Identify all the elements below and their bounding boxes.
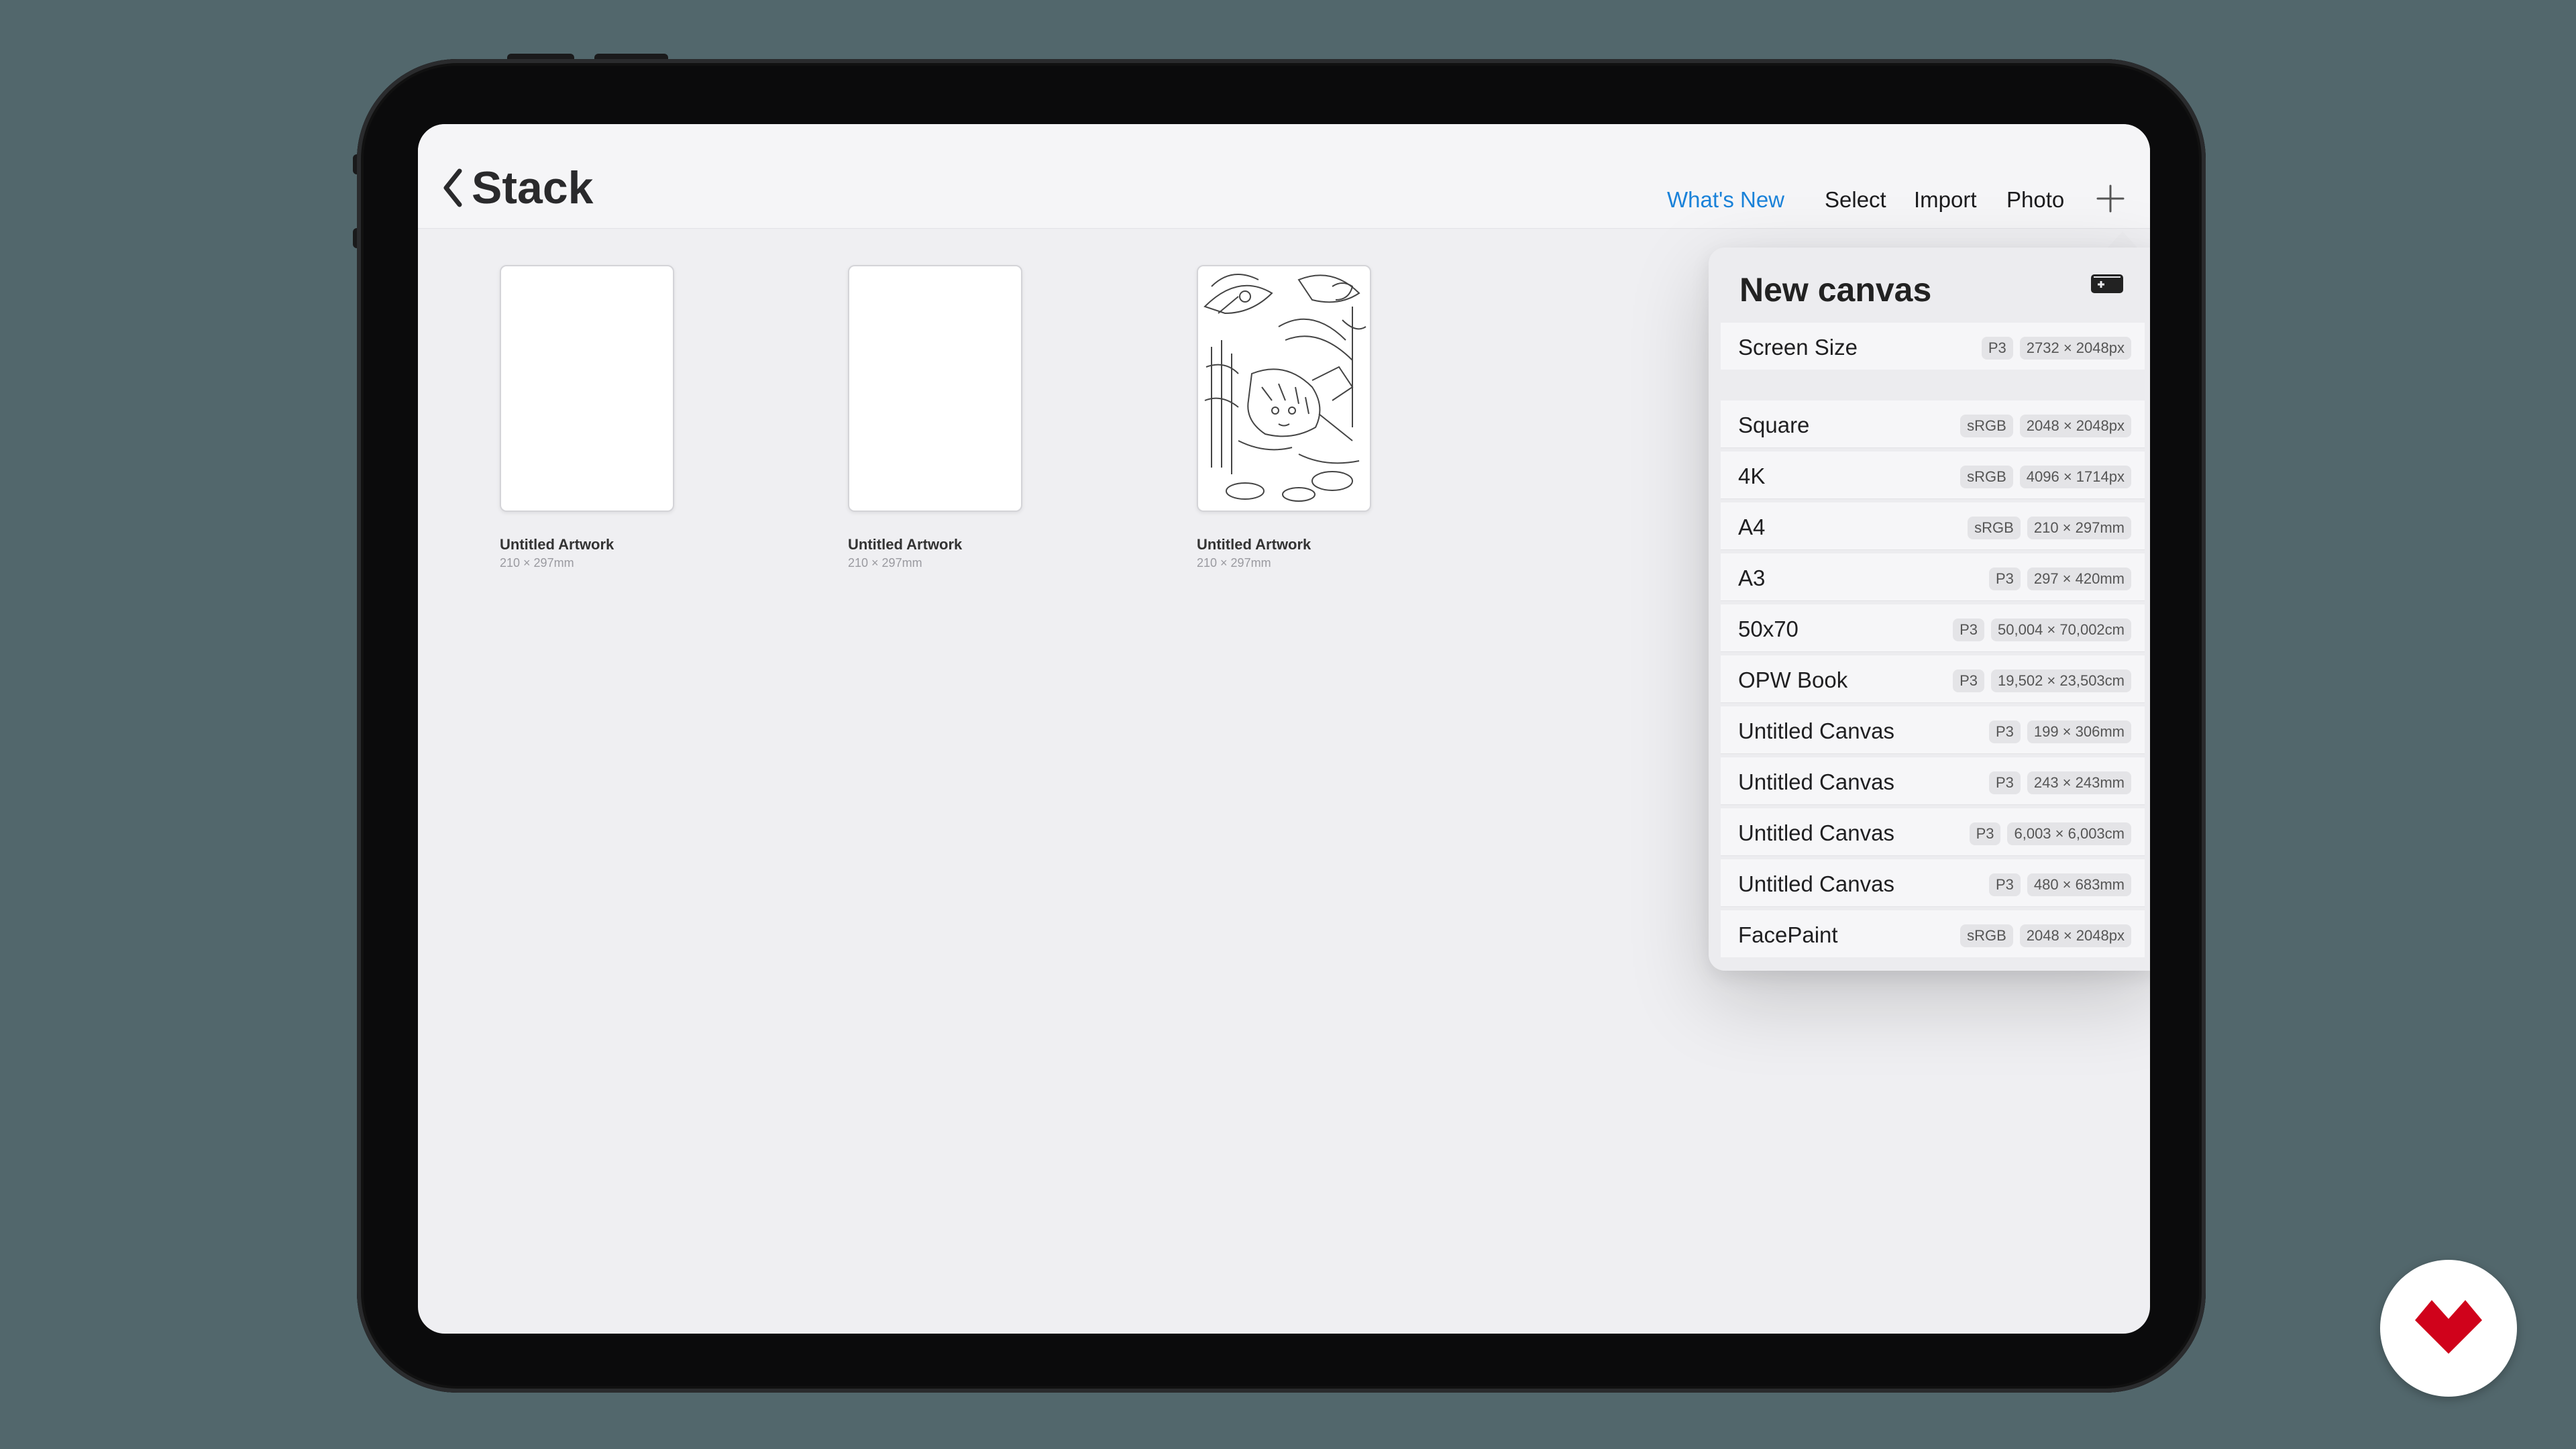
canvas-preset-square[interactable]: Square sRGB 2048 × 2048px [1721,400,2145,448]
dimensions-badge: 2048 × 2048px [2019,415,2131,437]
color-profile-badge: sRGB [1968,517,2021,539]
preset-label: 50x70 [1738,616,1799,641]
page-title: Stack [472,162,594,213]
dimensions-badge: 297 × 420mm [2027,568,2131,590]
brand-logo [2380,1260,2517,1397]
dimensions-badge: 210 × 297mm [2027,517,2131,539]
gallery-screen: Stack What's New Select Import Photo Unt… [418,124,2150,1334]
popover-arrow [2106,231,2139,249]
dimensions-badge: 6,003 × 6,003cm [2007,822,2131,845]
artwork-thumbnail-tiger-illustration[interactable] [1197,265,1371,512]
canvas-preset-screen-size[interactable]: Screen Size P3 2732 × 2048px [1721,323,2145,370]
preset-label: A4 [1738,515,1766,539]
artwork-title: Untitled Artwork [848,536,963,553]
dimensions-badge: 2048 × 2048px [2019,924,2131,947]
color-profile-badge: P3 [1981,337,2013,360]
dimensions-badge: 199 × 306mm [2027,720,2131,743]
preset-label: Untitled Canvas [1738,871,1894,896]
whats-new-button[interactable]: What's New [1667,187,1784,213]
color-profile-badge: sRGB [1960,415,2013,437]
artwork-thumbnail[interactable] [500,265,674,512]
artwork-title: Untitled Artwork [1197,536,1311,553]
canvas-preset-a3[interactable]: A3 P3 297 × 420mm [1721,553,2145,601]
dimensions-badge: 480 × 683mm [2027,873,2131,896]
dimensions-badge: 50,004 × 70,002cm [1991,619,2131,641]
canvas-preset-untitled[interactable]: Untitled Canvas P3 6,003 × 6,003cm [1721,808,2145,856]
color-profile-badge: P3 [1969,822,2001,845]
preset-label: FacePaint [1738,922,1838,947]
canvas-preset-facepaint[interactable]: FacePaint sRGB 2048 × 2048px [1721,910,2145,957]
dimensions-badge: 4096 × 1714px [2019,466,2131,488]
color-profile-badge: P3 [1988,771,2021,794]
add-canvas-plus-icon[interactable] [2095,183,2126,214]
canvas-preset-a4[interactable]: A4 sRGB 210 × 297mm [1721,502,2145,550]
preset-label: Untitled Canvas [1738,769,1894,794]
dimensions-badge: 243 × 243mm [2027,771,2131,794]
canvas-preset-4k[interactable]: 4K sRGB 4096 × 1714px [1721,451,2145,499]
color-profile-badge: P3 [1988,873,2021,896]
preset-label: Square [1738,413,1810,437]
color-profile-badge: sRGB [1960,924,2013,947]
navigation-bar: Stack What's New Select Import Photo [418,124,2150,229]
color-profile-badge: sRGB [1960,466,2013,488]
artwork-size: 210 × 297mm [848,556,922,570]
preset-label: A3 [1738,566,1766,590]
preset-label: Screen Size [1738,335,1858,360]
canvas-preset-untitled[interactable]: Untitled Canvas P3 480 × 683mm [1721,859,2145,907]
dimensions-badge: 2732 × 2048px [2019,337,2131,360]
preset-label: OPW Book [1738,667,1848,692]
create-custom-canvas-icon[interactable] [2090,270,2125,296]
canvas-preset-opw-book[interactable]: OPW Book P3 19,502 × 23,503cm [1721,655,2145,703]
color-profile-badge: P3 [1988,568,2021,590]
new-canvas-popover: New canvas Screen Size P3 2732 × 2048px … [1709,248,2150,971]
preset-label: Untitled Canvas [1738,718,1894,743]
artwork-thumbnail[interactable] [848,265,1022,512]
preset-label: Untitled Canvas [1738,820,1894,845]
dimensions-badge: 19,502 × 23,503cm [1991,669,2131,692]
canvas-preset-untitled[interactable]: Untitled Canvas P3 243 × 243mm [1721,757,2145,805]
artwork-size: 210 × 297mm [1197,556,1271,570]
color-profile-badge: P3 [1953,619,1985,641]
brand-logo-mark-icon [2415,1300,2482,1354]
popover-title: New canvas [1739,271,1932,309]
canvas-preset-50x70[interactable]: 50x70 P3 50,004 × 70,002cm [1721,604,2145,652]
preset-label: 4K [1738,464,1766,488]
canvas-preset-untitled[interactable]: Untitled Canvas P3 199 × 306mm [1721,706,2145,754]
select-button[interactable]: Select [1825,187,1886,213]
tiger-jungle-illustration [1203,274,1366,502]
back-chevron-icon[interactable] [438,164,468,211]
artwork-title: Untitled Artwork [500,536,614,553]
artwork-size: 210 × 297mm [500,556,574,570]
photo-button[interactable]: Photo [2006,187,2064,213]
color-profile-badge: P3 [1988,720,2021,743]
import-button[interactable]: Import [1914,187,1977,213]
color-profile-badge: P3 [1953,669,1985,692]
